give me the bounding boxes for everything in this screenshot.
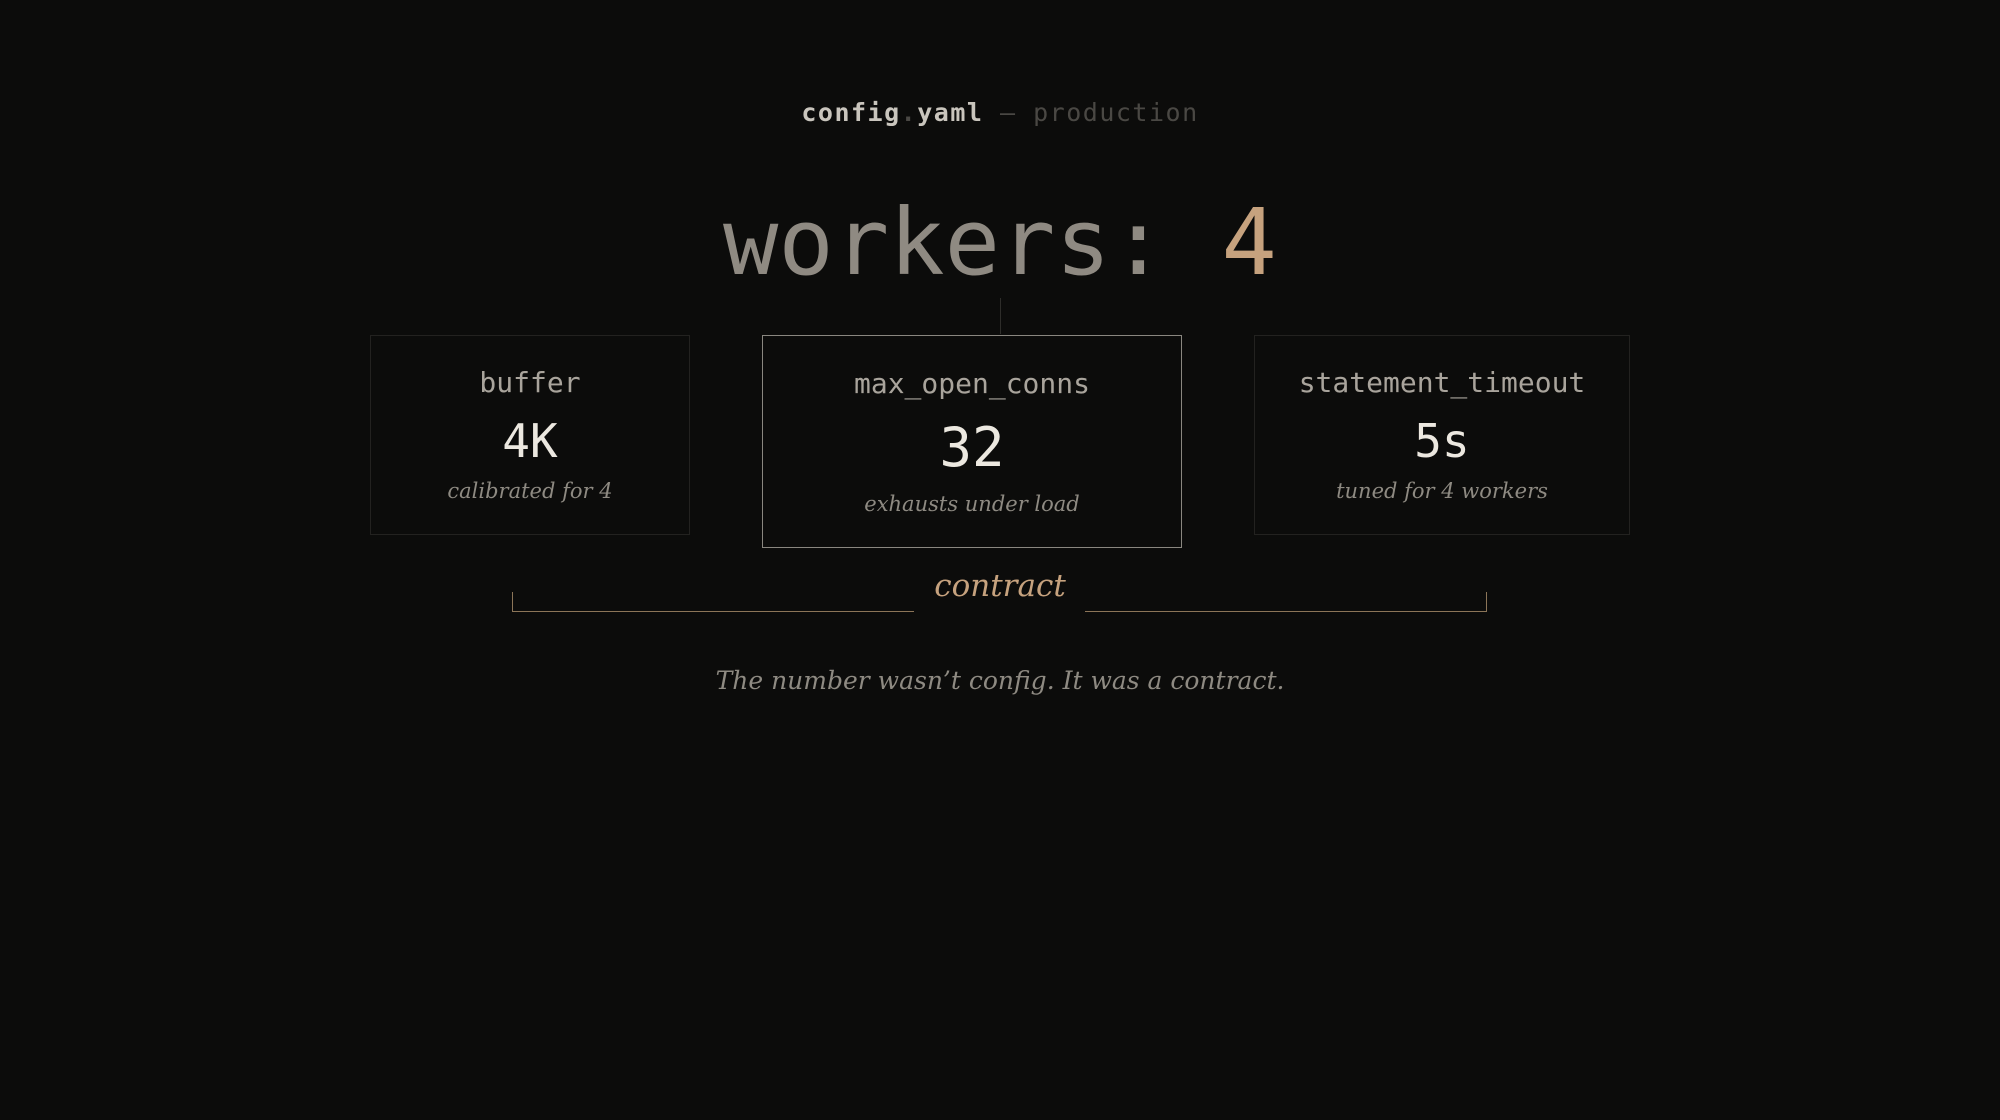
caption: The number wasn’t config. It was a contr… [715, 666, 1285, 695]
file-extension: yaml [917, 98, 984, 127]
file-extension-dot: . [900, 98, 918, 127]
workers-headline: workers: 4 [0, 188, 2000, 298]
statement-timeout-card: statement_timeout 5s tuned for 4 workers [1254, 335, 1630, 535]
workers-value: 4 [1221, 189, 1277, 296]
connector-line [1000, 298, 1001, 334]
buffer-card: buffer 4K calibrated for 4 [370, 335, 690, 535]
file-name: config [801, 98, 901, 127]
contract-bracket-right [1085, 592, 1487, 612]
card-key: max_open_conns [853, 367, 1090, 400]
contract-label: contract [934, 568, 1066, 604]
max-open-conns-card: max_open_conns 32 exhausts under load [762, 335, 1182, 548]
workers-key: workers: [723, 189, 1222, 296]
card-note: calibrated for 4 [447, 479, 613, 503]
file-header: config.yaml — production [0, 98, 2000, 127]
card-key: buffer [479, 366, 581, 399]
card-value: 32 [939, 416, 1005, 479]
card-value: 5s [1414, 414, 1470, 468]
card-key: statement_timeout [1298, 366, 1586, 399]
card-note: tuned for 4 workers [1336, 479, 1548, 503]
header-separator: — [1000, 98, 1017, 127]
contract-bracket-left [512, 592, 914, 612]
card-note: exhausts under load [864, 492, 1080, 516]
card-value: 4K [502, 414, 558, 468]
environment-label: production [1033, 98, 1199, 127]
